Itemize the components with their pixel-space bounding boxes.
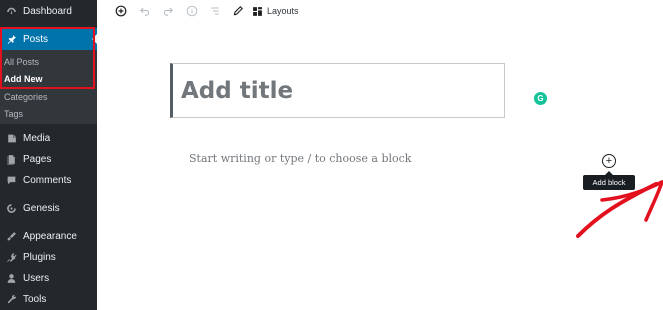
sidebar-item-appearance[interactable]: Appearance (0, 225, 97, 247)
sidebar-item-users[interactable]: Users (0, 267, 97, 289)
undo-button[interactable] (137, 3, 153, 19)
sidebar-item-pages[interactable]: Pages (0, 148, 97, 170)
sidebar-item-label: Pages (23, 153, 52, 165)
submenu-item-tags[interactable]: Tags (4, 109, 23, 119)
sidebar-item-label: Posts (23, 33, 49, 45)
submenu-item-add-new[interactable]: Add New (4, 74, 43, 84)
block-navigation-button[interactable] (207, 3, 223, 19)
plugins-icon (5, 251, 17, 263)
post-title-placeholder: Add title (181, 77, 294, 104)
sidebar-item-label: Genesis (23, 202, 60, 214)
comments-icon (5, 174, 17, 186)
sidebar-item-label: Plugins (23, 251, 56, 263)
dashboard-icon (5, 5, 17, 17)
editor-toolbar: Layouts (97, 0, 663, 22)
appearance-icon (5, 230, 17, 242)
tools-icon (5, 293, 17, 305)
posts-submenu: All Posts Add New Categories Tags (0, 50, 97, 124)
submenu-item-categories[interactable]: Categories (4, 92, 48, 102)
tools-edit-button[interactable] (230, 3, 246, 19)
redo-button[interactable] (160, 3, 176, 19)
sidebar-item-label: Media (23, 132, 51, 144)
plus-circle-icon (115, 5, 127, 17)
sidebar-item-comments[interactable]: Comments (0, 169, 97, 191)
list-icon (211, 7, 219, 15)
admin-sidebar: Dashboard Posts All Posts Add New Catego… (0, 0, 97, 310)
sidebar-item-label: Dashboard (23, 5, 72, 17)
layouts-button[interactable]: Layouts (252, 3, 299, 19)
undo-icon (140, 7, 150, 16)
submenu-item-all-posts[interactable]: All Posts (4, 57, 39, 67)
post-title-field[interactable]: Add title (170, 63, 505, 118)
redo-icon (163, 7, 173, 16)
info-icon (186, 5, 198, 17)
sidebar-item-plugins[interactable]: Plugins (0, 246, 97, 268)
sidebar-item-dashboard[interactable]: Dashboard (0, 0, 97, 22)
media-icon (5, 132, 17, 144)
pencil-icon (233, 6, 243, 16)
info-button[interactable] (184, 3, 200, 19)
add-block-button[interactable]: + (602, 154, 616, 168)
inserter-button[interactable] (113, 3, 129, 19)
sidebar-item-label: Appearance (23, 230, 77, 242)
sidebar-item-label: Tools (23, 293, 47, 305)
layouts-label: Layouts (267, 6, 299, 16)
grammarly-icon[interactable]: G (534, 92, 547, 105)
pages-icon (5, 153, 17, 165)
sidebar-item-label: Users (23, 272, 50, 284)
users-icon (5, 272, 17, 284)
sidebar-item-posts[interactable]: Posts (0, 28, 97, 50)
grid-icon (253, 6, 262, 16)
genesis-icon (5, 202, 17, 214)
editor-canvas: Add title G Start writing or type / to c… (97, 22, 663, 310)
default-block-appender[interactable]: Start writing or type / to choose a bloc… (189, 152, 411, 165)
sidebar-item-tools[interactable]: Tools (0, 288, 97, 310)
red-arrow-annotation (576, 180, 663, 238)
sidebar-item-genesis[interactable]: Genesis (0, 197, 97, 219)
sidebar-item-label: Comments (23, 174, 72, 186)
plus-icon: + (605, 154, 613, 167)
pushpin-icon (5, 33, 17, 45)
sidebar-item-media[interactable]: Media (0, 127, 97, 149)
